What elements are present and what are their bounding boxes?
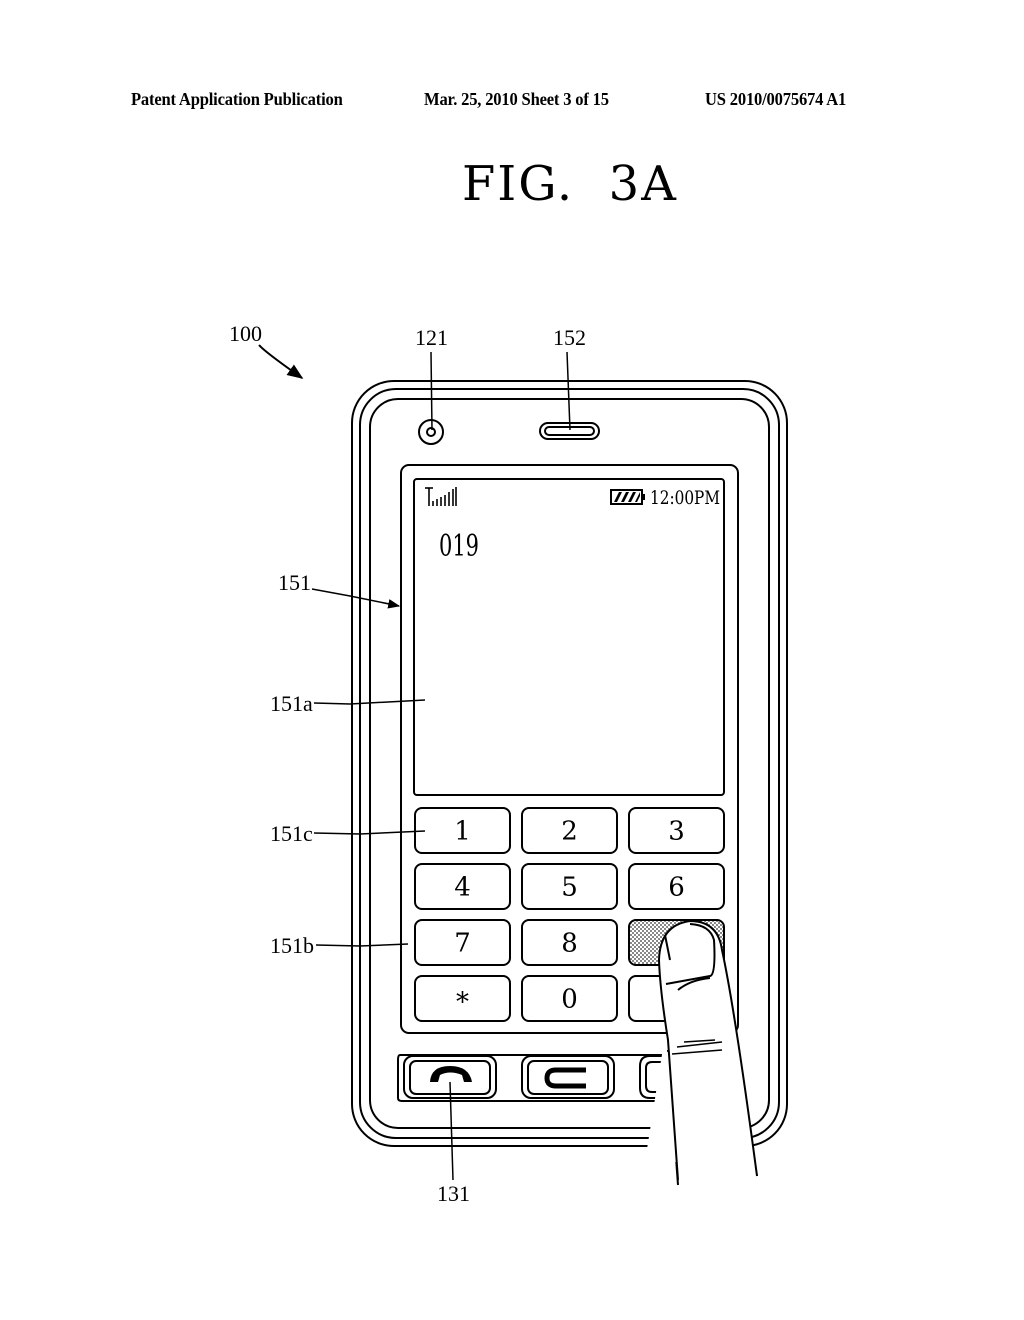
keypad-key-1[interactable]: 1	[414, 807, 511, 854]
ref-100: 100	[229, 321, 262, 346]
keypad-key-label: 4	[454, 873, 471, 903]
dialed-number: 019	[439, 529, 479, 564]
keypad-key-label: 3	[668, 817, 685, 847]
ref-151: 151	[278, 570, 311, 595]
status-time: 12:00PM	[650, 487, 720, 509]
ref-151a: 151a	[270, 691, 313, 716]
keypad-key-label: 6	[668, 873, 685, 903]
ref-151b: 151b	[270, 933, 314, 958]
ref-100-arrow	[258, 344, 304, 379]
ref-121-leader	[430, 351, 433, 431]
patent-drawing: 12:00PM 019 1 2 3 4 5 6 7 8 * 0 100 121 152 151 1…	[229, 321, 788, 1206]
camera-icon	[418, 419, 444, 445]
keypad-key-label: 8	[561, 929, 578, 959]
battery-icon	[610, 489, 645, 505]
keypad-key-label: 1	[454, 817, 471, 847]
keypad-key-star[interactable]: *	[414, 975, 511, 1022]
keypad-key-6[interactable]: 6	[628, 863, 725, 910]
clear-button[interactable]	[521, 1055, 615, 1099]
ref-152: 152	[553, 325, 586, 350]
signal-strength-icon	[425, 487, 457, 506]
ref-151-arrow	[311, 588, 401, 609]
output-region	[413, 478, 725, 796]
keypad-key-3[interactable]: 3	[628, 807, 725, 854]
keypad-key-label: 0	[561, 985, 578, 1015]
keypad-key-0[interactable]: 0	[521, 975, 618, 1022]
ref-152-leader	[566, 351, 571, 431]
ref-121: 121	[415, 325, 448, 350]
keypad-key-label: 2	[561, 817, 578, 847]
keypad-key-7[interactable]: 7	[414, 919, 511, 966]
ref-151b-leader	[315, 943, 409, 947]
keypad-key-2[interactable]: 2	[521, 807, 618, 854]
keypad-key-label: 5	[561, 873, 578, 903]
keypad-key-label: 7	[454, 929, 471, 959]
ref-131: 131	[437, 1181, 470, 1206]
keypad-key-label: *	[456, 988, 469, 1018]
keypad-key-4[interactable]: 4	[414, 863, 511, 910]
keypad-key-5[interactable]: 5	[521, 863, 618, 910]
keypad-key-8[interactable]: 8	[521, 919, 618, 966]
ref-151c: 151c	[270, 821, 313, 846]
